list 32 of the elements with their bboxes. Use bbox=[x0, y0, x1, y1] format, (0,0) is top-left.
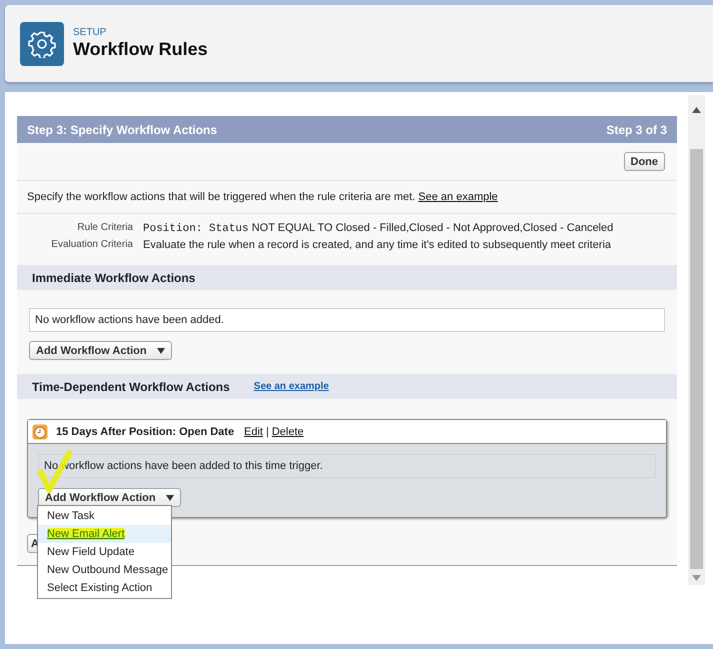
done-button[interactable]: Done bbox=[624, 152, 665, 171]
gear-icon bbox=[20, 22, 64, 66]
menu-item[interactable]: New Task bbox=[38, 507, 171, 525]
example-link[interactable]: See an example bbox=[254, 381, 329, 392]
step-counter: Step 3 of 3 bbox=[606, 122, 667, 136]
example-link[interactable]: See an example bbox=[418, 191, 498, 203]
menu-item[interactable]: New Email Alert bbox=[38, 525, 171, 543]
criteria-value: Evaluate the rule when a record is created, and any time it's edited to subsequently meet criteria bbox=[143, 239, 612, 251]
scroll-up-icon[interactable] bbox=[692, 107, 701, 113]
scroll-thumb[interactable] bbox=[690, 149, 703, 569]
caret-icon bbox=[166, 494, 174, 500]
edit-link[interactable]: Edit bbox=[244, 426, 263, 438]
criteria-label: Evaluation Criteria bbox=[50, 239, 133, 251]
menu-item[interactable]: Select Existing Action bbox=[38, 579, 171, 597]
delete-link[interactable]: Delete bbox=[272, 426, 304, 438]
description-text: Specify the workflow actions that will be triggered when the rule criteria are met. See an example bbox=[27, 191, 498, 203]
clock-icon bbox=[32, 424, 48, 440]
caret-icon bbox=[156, 348, 165, 354]
menu-item[interactable]: New Outbound Message bbox=[38, 561, 171, 579]
criteria-label: Rule Criteria bbox=[76, 222, 133, 235]
section-title: Time-Dependent Workflow Actions bbox=[32, 380, 230, 394]
section-title: Immediate Workflow Actions bbox=[32, 270, 196, 284]
add-action-button[interactable]: Add Workflow Action bbox=[29, 341, 172, 360]
trigger-title: 15 Days After Position: Open Date bbox=[56, 426, 236, 438]
page-title: Workflow Rules bbox=[73, 39, 208, 60]
breadcrumb[interactable]: SETUP bbox=[73, 27, 208, 38]
scrollbar[interactable] bbox=[688, 95, 705, 585]
empty-message: No workflow actions have been added. bbox=[29, 308, 665, 332]
criteria-value: Position: Status NOT EQUAL TO Closed - Filled,Closed - Not Approved,Closed - Canceled bbox=[143, 222, 614, 235]
scroll-down-icon[interactable] bbox=[692, 575, 701, 581]
link-separator: | bbox=[266, 426, 269, 438]
step-title: Step 3: Specify Workflow Actions bbox=[27, 122, 218, 136]
